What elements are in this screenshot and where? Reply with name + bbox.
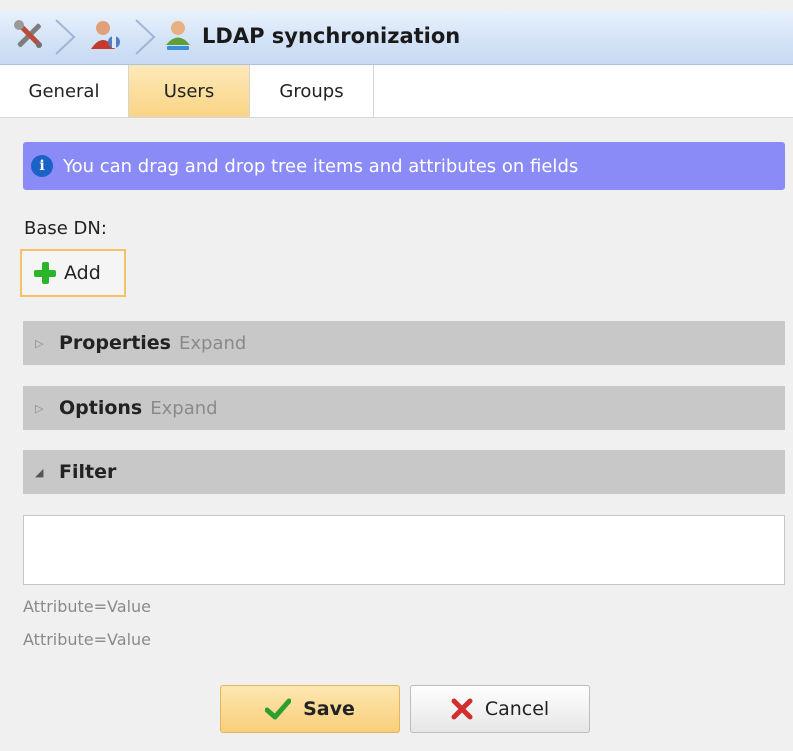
- info-banner: i You can drag and drop tree items and a…: [23, 142, 785, 190]
- info-text: You can drag and drop tree items and att…: [63, 155, 579, 177]
- filter-hint: Attribute=Value: [23, 630, 151, 649]
- breadcrumb-tools[interactable]: [6, 10, 52, 64]
- section-options[interactable]: ▷ Options Expand: [23, 386, 785, 430]
- base-dn-label: Base DN:: [24, 218, 107, 239]
- breadcrumb-separator-icon: [135, 19, 156, 55]
- page-title: LDAP synchronization: [202, 24, 461, 48]
- section-title: Options: [59, 397, 143, 419]
- section-properties[interactable]: ▷ Properties Expand: [23, 321, 785, 365]
- section-title: Filter: [59, 461, 117, 483]
- tab-general[interactable]: General: [0, 65, 129, 117]
- breadcrumb-separator-icon: [55, 19, 76, 55]
- tools-icon: [12, 18, 46, 56]
- tab-users[interactable]: Users: [129, 65, 250, 117]
- save-button[interactable]: Save: [220, 685, 400, 733]
- users-admin-icon: [89, 18, 121, 56]
- title-bar: LDAP synchronization: [0, 10, 793, 65]
- expand-arrow-icon: ▷: [35, 336, 44, 350]
- add-button-label: Add: [64, 262, 101, 284]
- cancel-button[interactable]: Cancel: [410, 685, 590, 733]
- section-filter[interactable]: ◢ Filter: [23, 450, 785, 494]
- tab-bar: General Users Groups: [0, 65, 793, 118]
- section-expand-hint: Expand: [150, 397, 218, 419]
- save-button-label: Save: [303, 698, 355, 720]
- breadcrumb-users[interactable]: [80, 10, 130, 64]
- filter-hint: Attribute=Value: [23, 597, 151, 616]
- collapse-arrow-icon: ◢: [35, 465, 44, 479]
- filter-input[interactable]: [23, 515, 785, 585]
- plus-icon: [34, 262, 56, 284]
- user-sync-icon: [163, 18, 193, 56]
- info-icon: i: [31, 155, 53, 177]
- close-icon: [451, 698, 473, 720]
- add-base-dn-button[interactable]: Add: [20, 249, 126, 297]
- cancel-button-label: Cancel: [484, 698, 550, 720]
- breadcrumb-current: [158, 10, 198, 64]
- section-title: Properties: [59, 332, 171, 354]
- expand-arrow-icon: ▷: [35, 401, 44, 415]
- section-expand-hint: Expand: [179, 332, 247, 354]
- tab-groups[interactable]: Groups: [250, 65, 374, 117]
- checkmark-icon: [265, 698, 292, 720]
